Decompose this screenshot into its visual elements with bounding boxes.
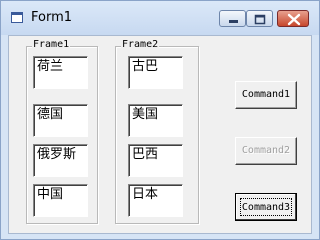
maximize-button[interactable] (246, 10, 273, 27)
frame2-label: Frame2 (121, 39, 160, 51)
frame2-textbox-1[interactable]: 古巴 (128, 56, 183, 89)
form-client-area: Frame1 荷兰 德国 俄罗斯 中国 Frame2 古巴 美国 巴西 日本 C… (8, 35, 312, 234)
command3-button[interactable]: Command3 (235, 193, 297, 221)
frame2-group: Frame2 古巴 美国 巴西 日本 (115, 39, 199, 224)
command3-label: Command3 (240, 198, 292, 216)
frame1-textbox-4[interactable]: 中国 (33, 184, 88, 217)
command2-button[interactable]: Command2 (235, 137, 297, 165)
minimize-icon (229, 20, 238, 23)
minimize-button[interactable] (219, 10, 246, 27)
window-title: Form1 (31, 10, 73, 25)
command1-button[interactable]: Command1 (235, 81, 297, 109)
frame1-textbox-3[interactable]: 俄罗斯 (33, 144, 88, 177)
frame2-textbox-2[interactable]: 美国 (128, 104, 183, 137)
title-bar[interactable]: Form1 (1, 1, 319, 35)
frame1-label: Frame1 (32, 39, 71, 51)
frame1-textbox-1[interactable]: 荷兰 (33, 56, 88, 89)
maximize-icon (254, 14, 266, 25)
frame1-group: Frame1 荷兰 德国 俄罗斯 中国 (26, 39, 98, 224)
frame1-textbox-2[interactable]: 德国 (33, 104, 88, 137)
frame2-textbox-4[interactable]: 日本 (128, 184, 183, 217)
form1-window: Form1 Frame1 荷兰 德国 俄罗斯 中国 Frame2 古巴 美国 巴… (0, 0, 320, 240)
close-icon (287, 13, 301, 26)
close-button[interactable] (277, 10, 309, 27)
frame2-textbox-3[interactable]: 巴西 (128, 144, 183, 177)
form-icon (11, 12, 23, 23)
